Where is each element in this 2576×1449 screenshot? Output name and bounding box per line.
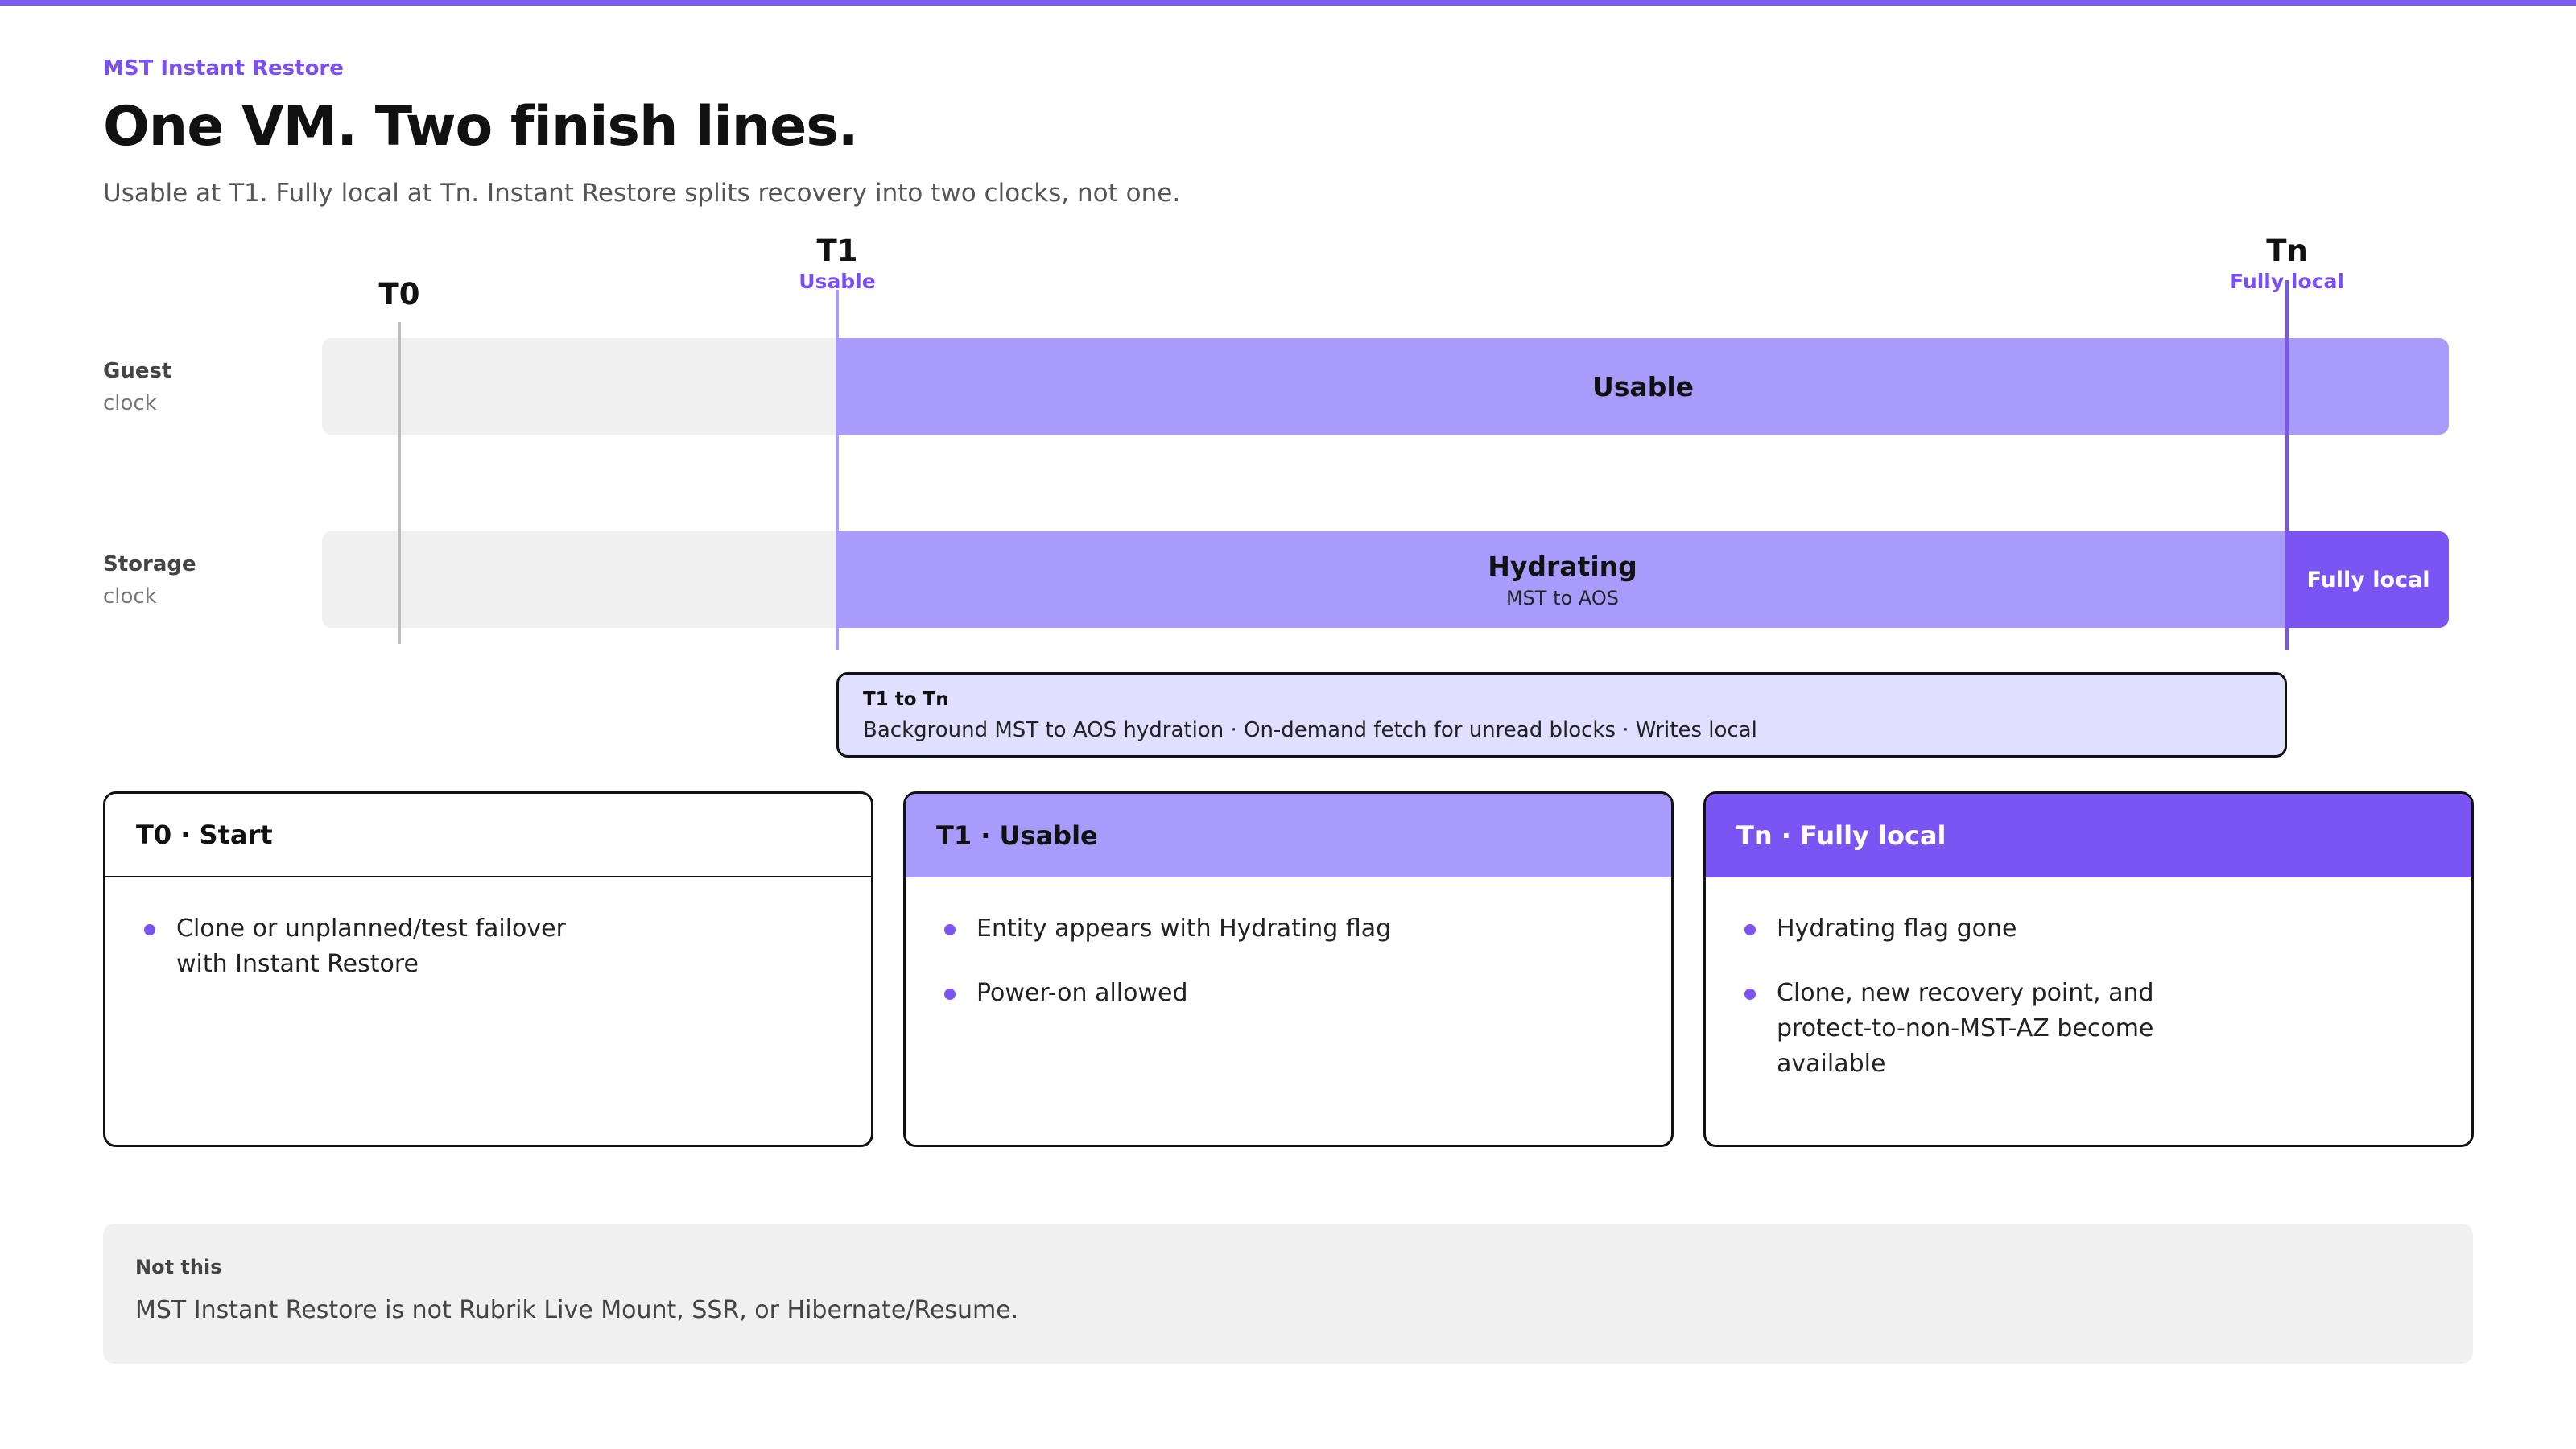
- card-t0-start: T0 · Start Clone or unplanned/test failo…: [103, 791, 873, 1147]
- eyebrow-label: MST Instant Restore: [103, 56, 344, 80]
- guest-clock-track: Usable: [322, 338, 2449, 435]
- callout-title: T1 to Tn: [863, 689, 949, 710]
- row-label-guest-sub: clock: [103, 391, 157, 415]
- storage-hydrating-label: Hydrating: [1488, 550, 1637, 582]
- card-t1-bullet: Entity appears with Hydrating flag: [941, 911, 1639, 947]
- row-label-guest: Guest clock: [103, 359, 171, 415]
- marker-t1: T1 Usable: [799, 233, 875, 293]
- storage-fully-local-segment: Fully local: [2288, 531, 2449, 628]
- row-label-guest-title: Guest: [103, 359, 172, 383]
- guest-usable-segment: Usable: [837, 338, 2449, 435]
- card-t1-body: Entity appears with Hydrating flag Power…: [906, 877, 1671, 1011]
- card-tn-body: Hydrating flag gone Clone, new recovery …: [1706, 877, 2471, 1082]
- note-body: MST Instant Restore is not Rubrik Live M…: [135, 1296, 1019, 1324]
- marker-t1-name: T1: [816, 233, 858, 268]
- storage-fully-local-label: Fully local: [2306, 567, 2430, 592]
- bullet-dot-icon: [1744, 924, 1756, 935]
- bullet-text: Clone, new recovery point, and protect-t…: [1777, 979, 2154, 1078]
- bullet-text: Clone or unplanned/test failover with In…: [176, 914, 566, 978]
- top-accent-bar: [0, 0, 2576, 6]
- bullet-dot-icon: [944, 989, 956, 1000]
- row-label-storage-sub: clock: [103, 584, 157, 609]
- row-label-storage: Storage clock: [103, 552, 196, 609]
- storage-hydrating-segment: Hydrating MST to AOS: [837, 531, 2288, 628]
- tn-line: [2285, 280, 2289, 650]
- card-tn-bullet: Hydrating flag gone: [1741, 911, 2439, 947]
- storage-hydrating-sub: MST to AOS: [1505, 586, 1620, 609]
- row-label-storage-title: Storage: [103, 552, 196, 576]
- card-tn-fully-local: Tn · Fully local Hydrating flag gone Clo…: [1703, 791, 2474, 1147]
- bullet-dot-icon: [944, 924, 956, 935]
- page-subtitle: Usable at T1. Fully local at Tn. Instant…: [103, 179, 1181, 208]
- page-title: One VM. Two finish lines.: [103, 95, 859, 159]
- card-t0-bullet: Clone or unplanned/test failover with In…: [141, 911, 839, 982]
- bullet-dot-icon: [144, 924, 155, 935]
- hydration-callout: T1 to Tn Background MST to AOS hydration…: [836, 672, 2287, 758]
- marker-t0-name: T0: [378, 277, 420, 312]
- card-t0-title: T0 · Start: [105, 794, 871, 877]
- note-title: Not this: [135, 1256, 222, 1278]
- marker-t0: T0: [379, 277, 420, 312]
- bullet-text: Entity appears with Hydrating flag: [976, 914, 1392, 943]
- card-tn-bullet: Clone, new recovery point, and protect-t…: [1741, 976, 2439, 1082]
- card-t0-body: Clone or unplanned/test failover with In…: [105, 877, 871, 982]
- t0-line: [398, 322, 401, 644]
- t1-line: [836, 290, 839, 650]
- storage-clock-track: Hydrating MST to AOS Fully local: [322, 531, 2449, 628]
- card-tn-title: Tn · Fully local: [1706, 794, 2471, 877]
- card-t1-usable: T1 · Usable Entity appears with Hydratin…: [903, 791, 1674, 1147]
- card-t1-title: T1 · Usable: [906, 794, 1671, 877]
- not-this-note: Not this MST Instant Restore is not Rubr…: [103, 1224, 2473, 1364]
- guest-usable-label: Usable: [1591, 370, 1695, 402]
- bullet-dot-icon: [1744, 989, 1756, 1000]
- callout-body: Background MST to AOS hydration · On-dem…: [863, 718, 1757, 742]
- bullet-text: Hydrating flag gone: [1777, 914, 2017, 943]
- bullet-text: Power-on allowed: [976, 979, 1188, 1007]
- card-t1-bullet: Power-on allowed: [941, 976, 1639, 1011]
- marker-tn-name: Tn: [2266, 233, 2308, 268]
